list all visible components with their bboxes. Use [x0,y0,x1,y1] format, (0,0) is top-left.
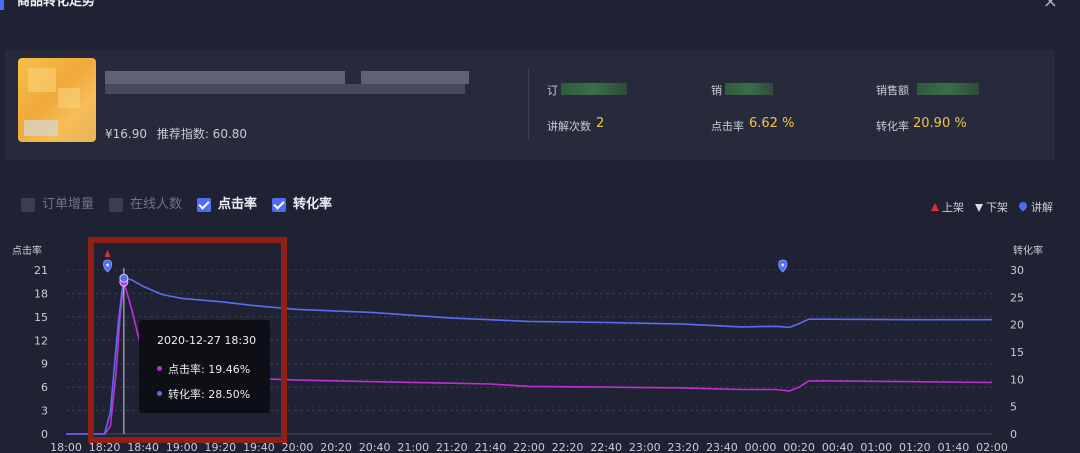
x-tick-label: 23:20 [667,441,699,453]
on-shelf-marker [104,250,111,257]
tooltip-click-rate: 点击率: 19.46% [157,361,250,377]
x-tick-label: 21:20 [436,441,468,453]
x-tick-label: 20:20 [320,441,352,453]
x-tick-label: 22:20 [552,441,584,453]
y-left-tick-label: 0 [41,428,48,441]
x-tick-label: 18:40 [127,441,159,453]
tooltip-time: 2020-12-27 18:30 [157,334,257,347]
y-axis-left: 0 3 6 9 12 15 18 21 [34,264,48,441]
y-right-tick-label: 15 [1010,346,1024,359]
x-tick-label: 22:00 [513,441,545,453]
y-right-tick-label: 5 [1010,401,1017,414]
hover-point-conversion [119,273,129,283]
y-left-tick-label: 21 [34,264,48,277]
y-right-tick-label: 20 [1010,319,1024,332]
x-tick-label: 23:00 [629,441,661,453]
click-rate-dot [157,366,162,371]
x-tick-label: 19:20 [204,441,236,453]
y-right-tick-label: 30 [1010,264,1024,277]
x-tick-label: 01:00 [860,441,892,453]
x-tick-label: 21:40 [475,441,507,453]
y-left-tick-label: 15 [34,311,48,324]
conversion-dot [157,391,162,396]
explain-pin-dot [781,263,785,267]
x-tick-label: 20:40 [359,441,391,453]
y-left-tick-label: 18 [34,287,48,300]
x-tick-label: 01:40 [938,441,970,453]
x-axis: 18:00 18:20 18:40 19:00 19:20 19:40 20:00 20:20… [50,433,1008,453]
tooltip-conversion-text: 转化率: 28.50% [168,388,251,401]
x-tick-label: 18:00 [50,441,82,453]
x-tick-label: 22:40 [590,441,622,453]
y-right-tick-label: 10 [1010,373,1024,386]
y-left-tick-label: 3 [41,405,48,418]
y-left-tick-label: 12 [34,334,48,347]
y-left-axis-name: 点击率 [12,244,42,257]
x-tick-label: 20:00 [282,441,314,453]
tooltip-click-rate-text: 点击率: 19.46% [168,363,251,376]
x-tick-label: 23:40 [706,441,738,453]
y-right-tick-label: 25 [1010,291,1024,304]
y-left-tick-label: 9 [41,358,48,371]
x-tick-label: 00:20 [783,441,815,453]
x-tick-label: 18:20 [89,441,121,453]
explain-pin-marker [778,259,788,273]
explain-pin-dot [106,263,110,267]
y-right-tick-label: 0 [1010,428,1017,441]
x-tick-label: 21:00 [397,441,429,453]
chart-tooltip: 2020-12-27 18:30 点击率: 19.46% 转化率: 28.50% [139,320,270,413]
y-axis-right: 0 5 10 15 20 25 30 [1010,264,1024,441]
chart-markers[interactable] [103,250,788,273]
x-tick-label: 00:40 [822,441,854,453]
x-tick-label: 02:00 [976,441,1008,453]
y-left-tick-label: 6 [41,381,48,394]
tooltip-conversion: 转化率: 28.50% [157,386,250,402]
x-tick-label: 19:00 [166,441,198,453]
x-tick-label: 01:20 [899,441,931,453]
x-tick-label: 00:00 [745,441,777,453]
y-right-axis-name: 转化率 [1013,244,1043,257]
x-tick-label: 19:40 [243,441,275,453]
